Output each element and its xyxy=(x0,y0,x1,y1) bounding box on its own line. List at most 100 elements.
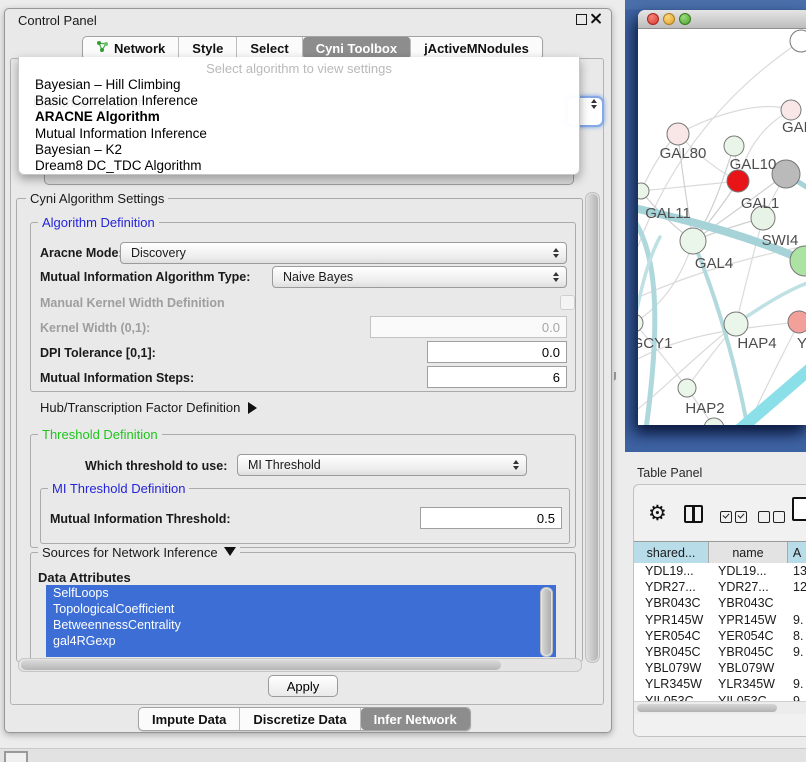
tab-infer-network[interactable]: Infer Network xyxy=(361,708,470,730)
network-node[interactable] xyxy=(678,379,696,397)
network-node[interactable] xyxy=(667,123,689,145)
combo-stepper-icon xyxy=(553,248,559,258)
mi-algorithm-type-label: Mutual Information Algorithm Type: xyxy=(40,270,250,284)
network-node[interactable] xyxy=(788,311,806,333)
tab-cyni-toolbox[interactable]: Cyni Toolbox xyxy=(303,37,411,59)
tab-network[interactable]: Network xyxy=(83,37,179,59)
column-layout-icon[interactable] xyxy=(684,505,703,523)
close-panel-icon[interactable] xyxy=(590,12,602,24)
network-canvas[interactable]: GAL80GALGAL10GAL1GAL11SWI4GAL4GCY1HAP4YH… xyxy=(638,29,806,425)
network-node[interactable] xyxy=(781,100,801,120)
kernel-width-input[interactable] xyxy=(370,316,567,338)
table-row[interactable]: YPR145WYPR145W9. xyxy=(634,612,806,628)
table-cell: 9. xyxy=(788,613,806,627)
zoom-traffic-light-icon[interactable] xyxy=(679,13,691,25)
select-all-checkbox-icon-2[interactable] xyxy=(735,511,747,523)
table-settings-gear-icon[interactable]: ⚙ xyxy=(648,503,667,524)
tab-select[interactable]: Select xyxy=(237,37,302,59)
network-node[interactable] xyxy=(724,136,744,156)
kernel-width-label: Kernel Width (0,1): xyxy=(40,321,150,335)
attributes-list-scrollbar[interactable] xyxy=(540,587,553,657)
tab-jactivemnodules[interactable]: jActiveMNodules xyxy=(411,37,542,59)
table-row[interactable]: YDL19...YDL19...13 xyxy=(634,563,806,579)
sources-group-title[interactable]: Sources for Network Inference xyxy=(38,545,240,560)
splitter-handle-icon[interactable] xyxy=(614,372,621,381)
network-view-window[interactable]: GAL80GALGAL10GAL1GAL11SWI4GAL4GCY1HAP4YH… xyxy=(638,10,806,425)
network-edge xyxy=(678,107,791,134)
dropdown-item-aracne-algorithm[interactable]: ARACNE Algorithm xyxy=(19,109,579,125)
table-row[interactable]: YBL079WYBL079W xyxy=(634,660,806,676)
table-cell: 8. xyxy=(788,629,806,643)
data-attributes-list[interactable]: SelfLoopsTopologicalCoefficientBetweenne… xyxy=(46,585,556,657)
tab-impute-data[interactable]: Impute Data xyxy=(139,708,240,730)
table-row[interactable]: YBR045CYBR045C9. xyxy=(634,644,806,660)
combo-stepper-icon xyxy=(553,272,559,282)
settings-horizontal-scrollbar[interactable] xyxy=(18,658,582,672)
tab-label: Discretize Data xyxy=(253,712,346,727)
mi-algorithm-type-combobox[interactable]: Naive Bayes xyxy=(272,266,567,288)
deselect-all-checkbox-icon-2[interactable] xyxy=(773,511,785,523)
table-cell: YBL079W xyxy=(634,661,709,675)
deselect-all-checkbox-icon[interactable] xyxy=(758,511,770,523)
dropdown-item-dream8-dc-tdc-algorithm[interactable]: Dream8 DC_TDC Algorithm xyxy=(19,158,579,174)
attribute-item-betweennesscentrality[interactable]: BetweennessCentrality xyxy=(46,617,556,633)
tab-label: Cyni Toolbox xyxy=(316,41,397,56)
table-row[interactable]: YBR043CYBR043C xyxy=(634,595,806,611)
dropdown-item-bayesian-hill-climbing[interactable]: Bayesian – Hill Climbing xyxy=(19,77,579,93)
dropdown-item-basic-correlation-inference[interactable]: Basic Correlation Inference xyxy=(19,93,579,109)
node-label-gal1: GAL1 xyxy=(741,195,779,212)
table-row[interactable]: YDR27...YDR27...12 xyxy=(634,579,806,595)
hub-definition-toggle[interactable]: Hub/Transcription Factor Definition xyxy=(40,400,257,415)
network-node[interactable] xyxy=(638,183,649,199)
manual-kernel-width-label: Manual Kernel Width Definition xyxy=(40,296,225,310)
which-threshold-combobox[interactable]: MI Threshold xyxy=(237,454,527,476)
apply-button[interactable]: Apply xyxy=(268,675,338,697)
panel-splitter[interactable] xyxy=(612,0,625,762)
column-header-shared[interactable]: shared... xyxy=(634,542,709,563)
table-row[interactable]: YIL053CYIL053C9 xyxy=(634,693,806,702)
float-panel-icon[interactable] xyxy=(576,14,587,25)
network-node[interactable] xyxy=(680,228,706,254)
tab-style[interactable]: Style xyxy=(179,37,237,59)
new-table-document-icon[interactable] xyxy=(792,497,806,521)
close-traffic-light-icon[interactable] xyxy=(647,13,659,25)
mi-threshold-input[interactable] xyxy=(420,507,562,529)
aracne-mode-combobox[interactable]: Discovery xyxy=(120,242,567,264)
mi-steps-input[interactable] xyxy=(427,366,567,388)
node-label-gal80: GAL80 xyxy=(660,145,707,162)
manual-kernel-width-checkbox[interactable] xyxy=(560,295,575,310)
network-node[interactable] xyxy=(790,246,806,276)
dropdown-item-mutual-information-inference[interactable]: Mutual Information Inference xyxy=(19,126,579,142)
network-edge xyxy=(738,369,806,425)
dpi-tolerance-input[interactable] xyxy=(427,341,567,363)
select-all-checkbox-icon[interactable] xyxy=(720,511,732,523)
table-cell: 9. xyxy=(788,645,806,659)
tab-discretize-data[interactable]: Discretize Data xyxy=(240,708,360,730)
column-header-a[interactable]: A xyxy=(788,542,806,563)
network-node[interactable] xyxy=(724,312,748,336)
network-node[interactable] xyxy=(704,418,724,425)
table-body: YDL19...YDL19...13YDR27...YDR27...12YBR0… xyxy=(634,563,806,701)
attribute-item-topologicalcoefficient[interactable]: TopologicalCoefficient xyxy=(46,601,556,617)
network-node[interactable] xyxy=(790,30,806,52)
network-node[interactable] xyxy=(727,170,749,192)
dropdown-item-bayesian-k2[interactable]: Bayesian – K2 xyxy=(19,142,579,158)
minimized-panel-icon[interactable] xyxy=(4,751,28,762)
table-row[interactable]: YER054CYER054C8. xyxy=(634,628,806,644)
network-window-titlebar[interactable] xyxy=(638,10,806,29)
which-threshold-value: MI Threshold xyxy=(248,458,321,472)
table-cell: 9. xyxy=(788,677,806,691)
attribute-item-selfloops[interactable]: SelfLoops xyxy=(46,585,556,601)
tab-label: Select xyxy=(250,41,288,56)
table-row[interactable]: YLR345WYLR345W9. xyxy=(634,676,806,692)
algorithm-dropdown[interactable]: Inference Algorithm Select algorithm to … xyxy=(18,57,580,175)
minimize-traffic-light-icon[interactable] xyxy=(663,13,675,25)
dpi-tolerance-label: DPI Tolerance [0,1]: xyxy=(40,346,156,360)
tab-label: Network xyxy=(114,41,165,56)
column-header-name[interactable]: name xyxy=(709,542,788,563)
table-horizontal-scrollbar[interactable] xyxy=(634,701,806,714)
node-label-gal4: GAL4 xyxy=(695,255,733,272)
attribute-item-gal4rgexp[interactable]: gal4RGexp xyxy=(46,633,556,649)
network-edge xyxy=(641,181,738,191)
settings-vertical-scrollbar[interactable] xyxy=(585,192,600,663)
